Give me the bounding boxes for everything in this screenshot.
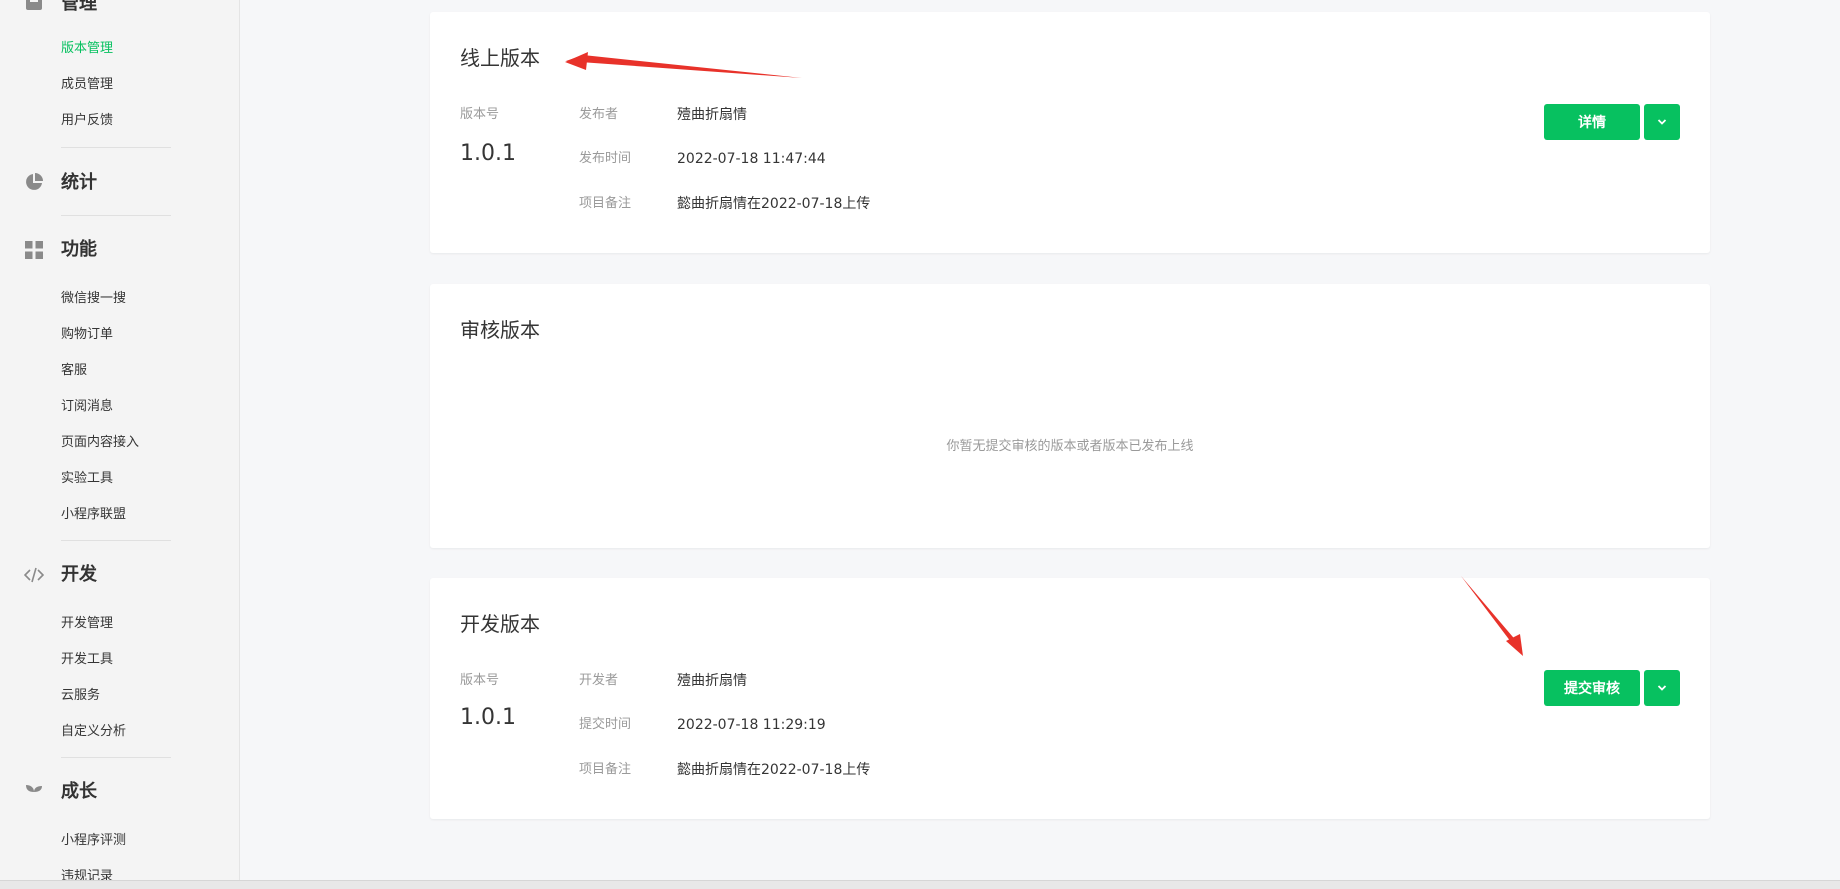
sidebar-item-member-management[interactable]: 成员管理 <box>61 75 113 95</box>
grid-icon <box>25 241 43 259</box>
horizontal-scrollbar[interactable] <box>0 880 1840 889</box>
submit-time-label: 提交时间 <box>579 717 632 732</box>
sidebar-item-shopping-orders[interactable]: 购物订单 <box>61 325 113 345</box>
publish-time-value: 2022-07-18 11:47:44 <box>677 151 826 167</box>
sidebar-item-user-feedback[interactable]: 用户反馈 <box>61 111 113 131</box>
online-version-title: 线上版本 <box>460 46 540 70</box>
sprout-icon <box>26 785 42 800</box>
sidebar-item-custom-analysis[interactable]: 自定义分析 <box>61 722 126 742</box>
version-number-label: 版本号 <box>460 673 500 688</box>
pie-chart-icon <box>26 173 43 190</box>
sidebar-item-wechat-search[interactable]: 微信搜一搜 <box>61 289 126 309</box>
sidebar-item-dev-tools[interactable]: 开发工具 <box>61 650 113 670</box>
sidebar-group-growth[interactable]: 成长 <box>61 780 97 804</box>
sidebar-item-miniprogram-review[interactable]: 小程序评测 <box>61 831 126 851</box>
manage-icon <box>26 0 42 10</box>
review-version-title: 审核版本 <box>460 318 540 342</box>
online-more-dropdown-button[interactable] <box>1644 104 1680 140</box>
developer-label: 开发者 <box>579 673 619 688</box>
sidebar-divider <box>61 215 171 216</box>
version-number-label: 版本号 <box>460 107 500 122</box>
sidebar-item-experiment-tools[interactable]: 实验工具 <box>61 469 113 489</box>
sidebar-item-version-management[interactable]: 版本管理 <box>61 39 113 59</box>
sidebar-divider <box>61 757 171 758</box>
project-note-value: 懿曲折扇情在2022-07-18上传 <box>677 196 871 212</box>
sidebar-group-features[interactable]: 功能 <box>61 238 97 262</box>
project-note-value: 懿曲折扇情在2022-07-18上传 <box>677 762 871 778</box>
online-version-panel: 线上版本 版本号 1.0.1 发布者 殪曲折扇情 发布时间 2022-07-18… <box>430 12 1710 253</box>
sidebar-divider <box>61 540 171 541</box>
sidebar: 管理 版本管理 成员管理 用户反馈 统计 功能 微信搜一搜 购物订单 客服 订阅… <box>0 0 240 889</box>
dev-version-panel: 开发版本 版本号 1.0.1 开发者 殪曲折扇情 提交时间 2022-07-18… <box>430 578 1710 819</box>
sidebar-item-dev-management[interactable]: 开发管理 <box>61 614 113 634</box>
sidebar-item-cloud-service[interactable]: 云服务 <box>61 686 100 706</box>
publisher-value: 殪曲折扇情 <box>677 107 747 123</box>
submit-review-button[interactable]: 提交审核 <box>1544 670 1640 706</box>
chevron-down-icon <box>1657 119 1667 125</box>
dev-version-title: 开发版本 <box>460 612 540 636</box>
version-number-value: 1.0.1 <box>460 705 516 730</box>
publish-time-label: 发布时间 <box>579 151 632 166</box>
review-empty-text: 你暂无提交审核的版本或者版本已发布上线 <box>946 439 1194 454</box>
project-note-label: 项目备注 <box>579 196 632 211</box>
sidebar-divider <box>61 147 171 148</box>
developer-value: 殪曲折扇情 <box>677 673 747 689</box>
app-root: 管理 版本管理 成员管理 用户反馈 统计 功能 微信搜一搜 购物订单 客服 订阅… <box>0 0 1840 889</box>
review-version-panel: 审核版本 你暂无提交审核的版本或者版本已发布上线 <box>430 284 1710 548</box>
project-note-label: 项目备注 <box>579 762 632 777</box>
sidebar-item-subscription-messages[interactable]: 订阅消息 <box>61 397 113 417</box>
sidebar-group-dev[interactable]: 开发 <box>61 563 97 587</box>
sidebar-item-miniprogram-alliance[interactable]: 小程序联盟 <box>61 505 126 525</box>
detail-button[interactable]: 详情 <box>1544 104 1640 140</box>
sidebar-group-stats[interactable]: 统计 <box>61 171 97 195</box>
version-number-value: 1.0.1 <box>460 141 516 166</box>
code-icon <box>24 567 44 583</box>
publisher-label: 发布者 <box>579 107 619 122</box>
sidebar-item-page-content[interactable]: 页面内容接入 <box>61 433 139 453</box>
chevron-down-icon <box>1657 685 1667 691</box>
submit-time-value: 2022-07-18 11:29:19 <box>677 717 826 733</box>
sidebar-item-customer-service[interactable]: 客服 <box>61 361 87 381</box>
sidebar-group-manage[interactable]: 管理 <box>61 0 97 16</box>
dev-more-dropdown-button[interactable] <box>1644 670 1680 706</box>
